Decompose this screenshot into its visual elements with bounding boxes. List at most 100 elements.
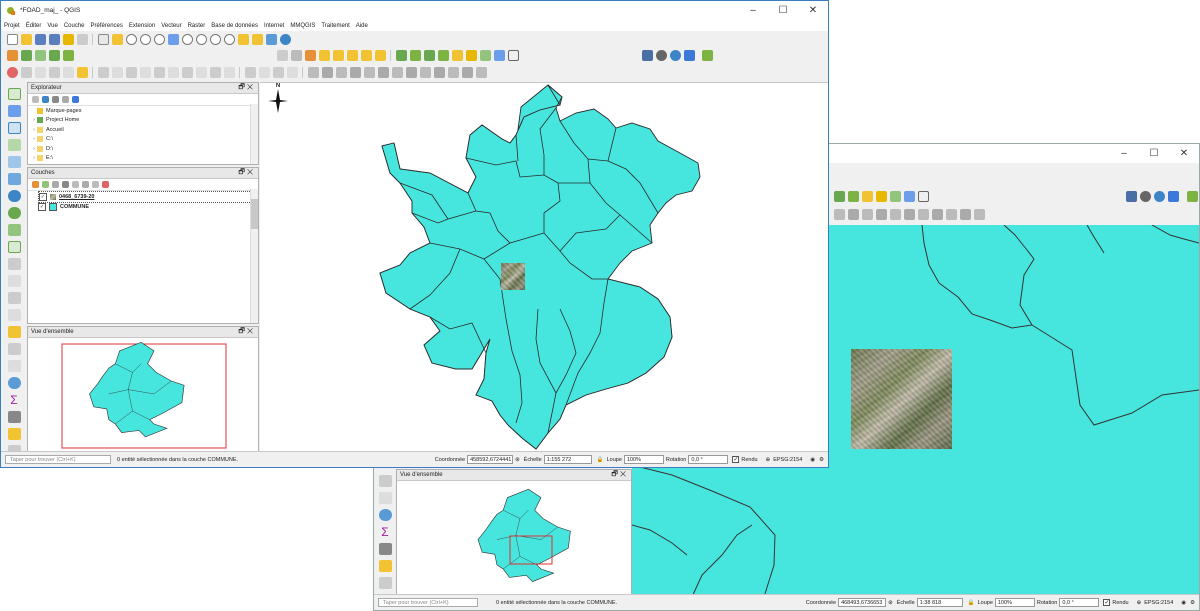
node-tool-icon[interactable] (153, 66, 165, 78)
minimize-button[interactable]: – (1109, 144, 1139, 163)
add-raster-icon[interactable] (62, 49, 74, 61)
digitize-tool-icon[interactable] (419, 66, 431, 78)
digitize-tool-icon[interactable] (286, 66, 298, 78)
render-checkbox[interactable]: ✓ (1103, 599, 1111, 606)
digitize-tool-icon[interactable] (917, 208, 929, 220)
filter-legend-icon[interactable] (61, 181, 69, 188)
add-feature-icon[interactable] (465, 49, 477, 61)
refresh-icon[interactable] (279, 33, 291, 45)
measure-area-icon[interactable] (7, 291, 21, 304)
measure-line-icon[interactable] (7, 274, 21, 287)
menu-item[interactable]: Base de données (208, 23, 261, 29)
grid-icon[interactable] (507, 49, 519, 61)
lock-icon[interactable]: 🔒 (968, 600, 975, 606)
settings-icon[interactable]: ⚙ (1190, 600, 1195, 606)
zoom-last-icon[interactable] (223, 33, 235, 45)
coordinate-toggle-icon[interactable]: ⊛ (888, 600, 893, 606)
help-icon[interactable] (683, 49, 695, 61)
maximize-button[interactable]: ☐ (1139, 144, 1169, 163)
python-icon[interactable] (1154, 190, 1165, 202)
add-vector-icon[interactable] (34, 49, 46, 61)
print-layout-icon[interactable] (62, 33, 74, 45)
select-tool-icon[interactable] (20, 66, 32, 78)
digitize-tool-icon[interactable] (363, 66, 375, 78)
messages-icon[interactable]: ◉ (1181, 600, 1186, 606)
new-layer-icon[interactable] (20, 49, 32, 61)
raster-tool-icon[interactable] (423, 49, 435, 61)
settings-icon[interactable]: ⚙ (819, 457, 824, 463)
add-feature-icon[interactable] (861, 190, 873, 202)
show-bookmarks-icon[interactable] (251, 33, 263, 45)
locator-search[interactable]: Taper pour trouver (Ctrl+K) (378, 598, 478, 607)
digitize-tool-icon[interactable] (889, 208, 901, 220)
undo-icon[interactable] (223, 66, 235, 78)
python-icon[interactable] (669, 49, 681, 61)
invert-selection-icon[interactable] (76, 66, 88, 78)
overview-map[interactable] (397, 481, 631, 597)
explorer-item[interactable]: › E:\ (31, 154, 258, 164)
raster-tool-icon[interactable] (437, 49, 449, 61)
panel-controls[interactable]: 🗗✕ (611, 470, 628, 481)
add-wms-icon[interactable] (7, 172, 21, 185)
measure-angle-icon[interactable] (7, 308, 21, 321)
measure-icon[interactable] (290, 49, 302, 61)
digitize-tool-icon[interactable] (931, 208, 943, 220)
manage-visibility-icon[interactable] (51, 181, 59, 188)
lock-icon[interactable]: 🔒 (597, 457, 604, 463)
raster-tool-icon[interactable] (847, 190, 859, 202)
identify-icon[interactable] (276, 49, 288, 61)
locator-search[interactable]: Taper pour trouver (Ctrl+K) (5, 455, 111, 464)
remove-layer-icon[interactable] (101, 181, 109, 188)
raster-tool-icon[interactable] (395, 49, 407, 61)
sum-icon[interactable]: Σ (8, 394, 21, 406)
menu-item[interactable]: Projet (1, 23, 23, 29)
copy-icon[interactable] (195, 66, 207, 78)
coordinate-toggle-icon[interactable]: ⊛ (515, 457, 520, 463)
layer-item[interactable]: ✓ COMMUNE (38, 203, 258, 213)
plugin-icon[interactable] (702, 49, 713, 61)
edit-tool-icon[interactable] (479, 49, 491, 61)
table-icon[interactable] (378, 491, 392, 504)
sum-icon[interactable]: Σ (379, 526, 392, 538)
layer-visibility-checkbox[interactable]: ✓ (38, 203, 46, 212)
edit-tool-icon[interactable] (493, 49, 505, 61)
label-tool-icon[interactable] (332, 49, 344, 61)
text-annotation-icon[interactable] (378, 576, 392, 589)
menu-item[interactable]: Raster (185, 23, 209, 29)
database-icon[interactable] (1126, 190, 1137, 202)
digitize-tool-icon[interactable] (973, 208, 985, 220)
digitize-icon[interactable] (48, 49, 60, 61)
add-feature-icon[interactable] (451, 49, 463, 61)
add-mssql-icon[interactable] (7, 155, 21, 168)
maximize-button[interactable]: ☐ (768, 1, 798, 20)
save-project-icon[interactable] (34, 33, 46, 45)
new-project-icon[interactable] (6, 33, 18, 45)
zoom-native-icon[interactable] (209, 33, 221, 45)
map-canvas[interactable]: N (260, 82, 828, 455)
add-feature-icon[interactable] (875, 190, 887, 202)
digitize-tool-icon[interactable] (335, 66, 347, 78)
menu-item[interactable]: Éditer (23, 23, 45, 29)
menu-item[interactable]: MMQGIS (287, 23, 318, 29)
render-checkbox[interactable]: ✓ (732, 456, 740, 463)
digitize-tool-icon[interactable] (847, 208, 859, 220)
open-project-icon[interactable] (20, 33, 32, 45)
digitize-tool-icon[interactable] (833, 208, 845, 220)
add-delimited-text-icon[interactable] (7, 223, 21, 236)
help-icon[interactable] (1168, 190, 1179, 202)
overview-map[interactable] (28, 338, 258, 454)
rotation-field[interactable]: 0,0 ° (1059, 598, 1100, 607)
annotation-icon[interactable] (378, 559, 392, 572)
digitize-tool-icon[interactable] (959, 208, 971, 220)
menu-item[interactable]: Internet (261, 23, 287, 29)
digitize-tool-icon[interactable] (861, 208, 873, 220)
add-wcs-icon[interactable] (7, 206, 21, 219)
zoom-layer-icon[interactable] (195, 33, 207, 45)
add-spatialite-icon[interactable] (7, 138, 21, 151)
digitize-tool-icon[interactable] (405, 66, 417, 78)
menu-item[interactable]: Vecteur (158, 23, 184, 29)
measure-icon[interactable] (378, 542, 392, 555)
collapse-all-icon[interactable] (61, 96, 69, 103)
coordinate-field[interactable]: 468493,6736653 (838, 598, 887, 607)
paste-icon[interactable] (209, 66, 221, 78)
